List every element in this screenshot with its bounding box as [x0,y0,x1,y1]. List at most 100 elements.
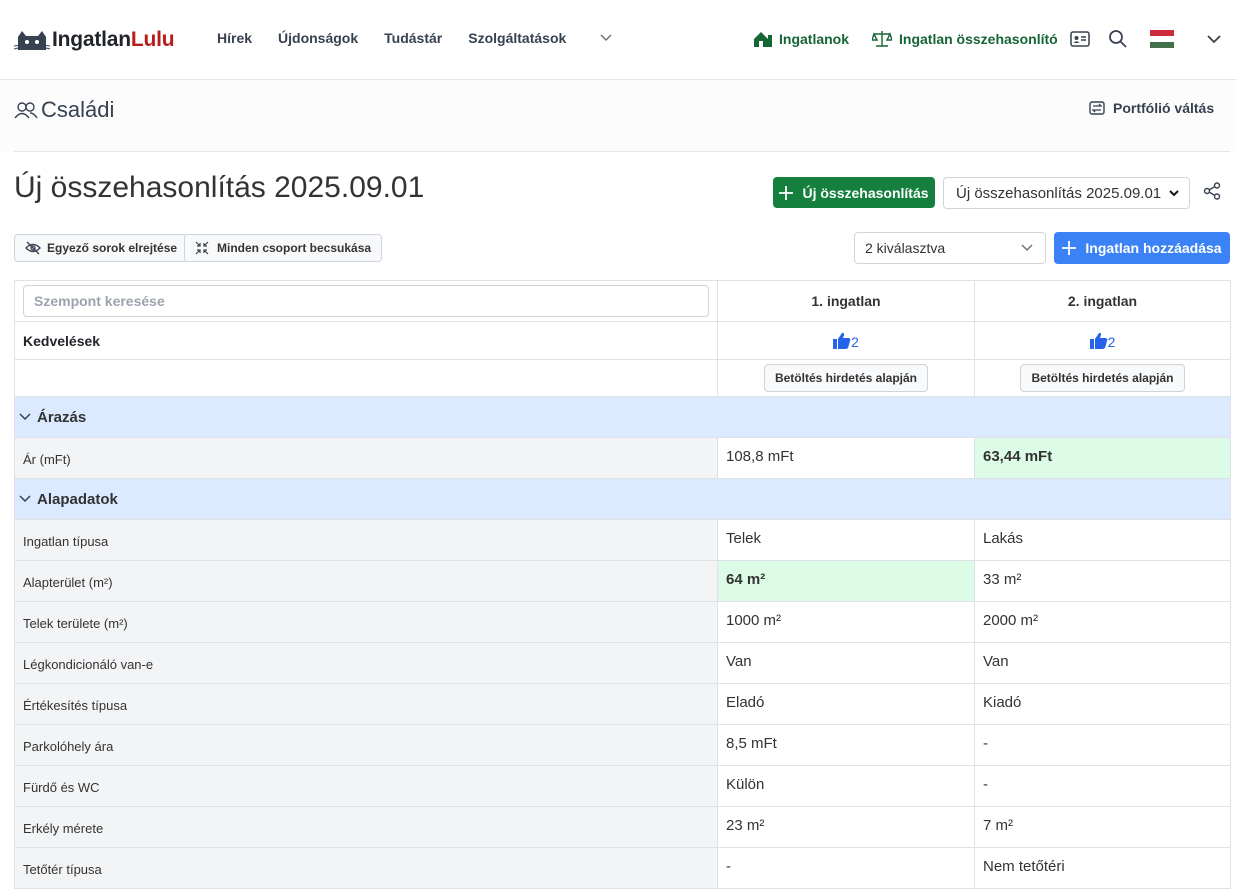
chevron-down-icon [19,494,31,502]
search-icon[interactable] [1107,28,1129,50]
table-header-row: 1. ingatlan 2. ingatlan [14,280,1231,322]
likes-count-1: 2 [851,333,859,350]
property-value-2: 33 m² [974,560,1231,602]
hungarian-flag-icon[interactable] [1150,28,1174,50]
add-property-button[interactable]: Ingatlan hozzáadása [1054,232,1230,264]
plus-icon [1062,241,1077,255]
collapse-icon [195,241,209,255]
likes-cell-1[interactable]: 2 [717,321,975,360]
load-cell-1: Betöltés hirdetés alapján [717,359,975,397]
criterion-label: Alapterület (m²) [14,560,718,602]
column-header-2: 2. ingatlan [974,280,1231,322]
chevron-down-icon [1169,190,1179,197]
property-value-2: Lakás [974,519,1231,561]
search-cell [14,280,718,322]
comparison-table: 1. ingatlan 2. ingatlan Kedvelések 2 2 B… [14,280,1231,889]
property-value-1: Külön [717,765,975,807]
logo-text: IngatlanLulu [52,28,175,51]
group-row[interactable]: Árazás [14,396,1231,438]
comparison-select[interactable]: Új összehasonlítás 2025.09.01 [943,177,1190,209]
property-value-1: Eladó [717,683,975,725]
page-title: Új összehasonlítás 2025.09.01 [14,171,425,204]
main-nav: Hírek Újdonságok Tudástár Szolgáltatások [217,30,638,46]
new-comparison-button[interactable]: Új összehasonlítás [773,177,935,208]
property-value-2: 7 m² [974,806,1231,848]
portfolio-switch-button[interactable]: Portfólió váltás [1088,99,1214,117]
top-navbar: IngatlanLulu Hírek Újdonságok Tudástár S… [0,0,1237,80]
property-value-1: 8,5 mFt [717,724,975,766]
nav-compare[interactable]: Ingatlan összehasonlító [872,30,1058,48]
selected-properties-select[interactable]: 2 kiválasztva [854,232,1046,264]
group-name: Árazás [37,408,87,426]
property-value-1: - [717,847,975,889]
property-value-2: 2000 m² [974,601,1231,643]
load-from-listing-button[interactable]: Betöltés hirdetés alapján [1020,364,1185,392]
property-value-1: 64 m² [717,560,975,602]
share-icon[interactable] [1203,182,1221,203]
criteria-search-input[interactable] [23,285,709,317]
criterion-label: Erkély mérete [14,806,718,848]
divider [14,151,1230,152]
nav-ingatlanok[interactable]: Ingatlanok [753,30,849,48]
table-row: Légkondicionáló van-e Van Van [14,642,1231,684]
collapse-all-label: Minden csoport becsukása [217,241,372,255]
hide-same-rows-label: Egyező sorok elrejtése [47,241,178,255]
group-header[interactable]: Alapadatok [14,478,1231,520]
criterion-label: Értékesítés típusa [14,683,718,725]
table-row: Ingatlan típusa Telek Lakás [14,519,1231,561]
property-value-1: 1000 m² [717,601,975,643]
nav-link-szolgaltatasok[interactable]: Szolgáltatások [468,30,612,46]
chevron-down-icon[interactable] [1203,28,1225,50]
nav-link-hirek[interactable]: Hírek [217,30,252,46]
table-row: Értékesítés típusa Eladó Kiadó [14,683,1231,725]
property-value-1: Telek [717,519,975,561]
collapse-all-button[interactable]: Minden csoport becsukása [184,234,383,262]
table-row: Ár (mFt) 108,8 mFt 63,44 mFt [14,437,1231,479]
property-value-2: - [974,724,1231,766]
portfolio-title: Családi [14,97,114,123]
chevron-down-icon [19,412,31,420]
add-property-label: Ingatlan hozzáadása [1085,240,1222,256]
property-value-2: Kiadó [974,683,1231,725]
logo[interactable]: IngatlanLulu [14,26,175,54]
users-icon [14,102,38,119]
nav-link-tudastar[interactable]: Tudástár [384,30,442,46]
criterion-label: Fürdő és WC [14,765,718,807]
nav-link-ujdonsagok[interactable]: Újdonságok [278,30,358,46]
likes-cell-2[interactable]: 2 [974,321,1231,360]
property-value-1: Van [717,642,975,684]
plus-icon [779,185,794,200]
property-value-2: Van [974,642,1231,684]
scale-icon [872,31,892,47]
column-header-1: 1. ingatlan [717,280,975,322]
thumbs-up-icon [1089,332,1107,349]
group-row[interactable]: Alapadatok [14,478,1231,520]
property-value-2: Nem tetőtéri [974,847,1231,889]
criterion-label: Telek területe (m²) [14,601,718,643]
hide-same-rows-button[interactable]: Egyező sorok elrejtése [14,234,189,262]
likes-count-2: 2 [1107,333,1116,350]
id-card-icon[interactable] [1069,28,1091,50]
criterion-label: Ingatlan típusa [14,519,718,561]
nav-ingatlanok-label: Ingatlanok [779,31,850,47]
property-value-1: 23 m² [717,806,975,848]
table-row: Alapterület (m²) 64 m² 33 m² [14,560,1231,602]
group-header[interactable]: Árazás [14,396,1231,438]
criterion-label: Tetőtér típusa [14,847,718,889]
house-icon [754,32,772,47]
portfolio-name: Családi [41,97,115,122]
nav-link-szolgaltatasok-label: Szolgáltatások [468,30,567,46]
table-row: Fürdő és WC Külön - [14,765,1231,807]
chevron-down-icon [1021,244,1033,252]
load-cell-2: Betöltés hirdetés alapján [974,359,1231,397]
likes-row: Kedvelések 2 2 [14,321,1231,360]
load-row: Betöltés hirdetés alapján Betöltés hirde… [14,359,1231,397]
load-from-listing-button[interactable]: Betöltés hirdetés alapján [763,364,929,392]
thumbs-up-icon [833,332,851,349]
group-name: Alapadatok [37,490,118,508]
cat-logo-icon [14,31,51,50]
new-comparison-label: Új összehasonlítás [802,184,929,201]
empty-cell [14,359,718,397]
table-row: Telek területe (m²) 1000 m² 2000 m² [14,601,1231,643]
nav-compare-label: Ingatlan összehasonlító [899,31,1058,47]
